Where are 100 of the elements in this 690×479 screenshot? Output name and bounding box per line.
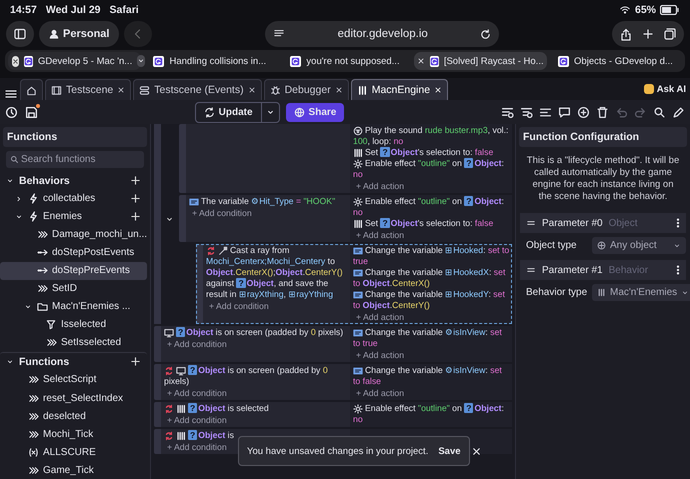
drag-handle[interactable]	[154, 429, 161, 454]
drag-handle[interactable]	[179, 195, 186, 242]
action-text[interactable]: Enable effect "outline" on ? Object: no	[353, 158, 510, 180]
chevron-down-icon[interactable]	[15, 212, 23, 221]
save-button[interactable]: Save	[438, 446, 461, 456]
profile-button[interactable]: Personal	[39, 21, 120, 47]
add-condition-link[interactable]: + Add condition	[164, 388, 227, 399]
editor-tab[interactable]: MacnEngine	[350, 79, 448, 100]
close-icon[interactable]	[248, 86, 256, 94]
action-text[interactable]: Set ? Object's selection to: false	[353, 218, 510, 229]
condition-text[interactable]: The variable ⚙Hit_Type = "HOOK"	[189, 196, 348, 207]
add-condition-link[interactable]: + Add condition	[164, 442, 227, 453]
browser-tab[interactable]: Objects - GDevelop d...	[548, 52, 682, 70]
add-action-link[interactable]: + Add action	[353, 388, 404, 399]
parameter-header[interactable]: Parameter #1 Behavior	[520, 260, 686, 280]
sidebar-button[interactable]	[6, 21, 34, 47]
editor-tab[interactable]: Testscene	[45, 79, 132, 100]
condition-text[interactable]: ? Object is selected	[164, 403, 348, 414]
add-else-icon[interactable]	[538, 106, 552, 118]
search-icon[interactable]	[652, 106, 666, 118]
chevron-down-icon[interactable]	[6, 176, 14, 185]
type-select[interactable]: Any object	[592, 237, 686, 254]
editor-tab[interactable]	[20, 79, 43, 100]
tree-item[interactable]: doStepPostEvents	[0, 244, 147, 262]
tree-item[interactable]: doStepPreEvents	[0, 262, 147, 280]
tree-item[interactable]: Damage_mochi_un...	[0, 226, 147, 244]
add-action-link[interactable]: + Add action	[353, 230, 404, 241]
tabs-icon[interactable]	[664, 28, 676, 40]
close-icon[interactable]	[470, 446, 482, 456]
event-block[interactable]: The variable ⚙Hit_Type = "HOOK" + Add condition Enable effect "outline" on ? Object: no Set ? Object's selection to: false + Add action	[179, 195, 512, 242]
share-button[interactable]: Share	[286, 102, 344, 122]
hamburger-menu-icon[interactable]	[4, 88, 18, 100]
condition-text[interactable]: ? Object is on screen (padded by 0 pixels)	[164, 327, 348, 338]
section-header[interactable]: Functions	[0, 352, 147, 371]
add-condition-link[interactable]: + Add condition	[206, 301, 269, 312]
chevron-down-icon[interactable]	[24, 302, 32, 311]
tree-item[interactable]: ALLSCURE	[0, 443, 147, 462]
tree-item[interactable]: Mac'n'Enemies ...	[0, 298, 147, 316]
tree-item[interactable]: Game_Tick	[0, 461, 147, 479]
add-event-icon[interactable]	[500, 106, 514, 118]
trash-icon[interactable]	[596, 106, 609, 118]
add-icon[interactable]	[130, 356, 141, 368]
add-icon[interactable]	[130, 211, 141, 222]
drag-handle[interactable]	[154, 402, 161, 427]
plus-icon[interactable]	[642, 28, 654, 40]
caret-icon[interactable]	[137, 57, 146, 65]
drag-handle[interactable]	[179, 124, 186, 193]
more-icon[interactable]	[676, 265, 680, 275]
address-bar[interactable]: editor.gdevelop.io	[265, 21, 500, 47]
editor-tab[interactable]: Testscene (Events)	[133, 79, 262, 100]
tree-item[interactable]: reset_SelectIndex	[0, 389, 147, 408]
action-text[interactable]: Set ? Object's selection to: false	[353, 147, 510, 158]
add-condition-link[interactable]: + Add condition	[189, 208, 252, 219]
save-icon[interactable]	[25, 106, 38, 118]
tree-item[interactable]: deselcted	[0, 407, 147, 426]
add-action-link[interactable]: + Add action	[353, 350, 404, 361]
search-field[interactable]: Search functions	[6, 150, 144, 168]
action-text[interactable]: Change the variable ⊞HookedY: set to Object.CenterY()	[353, 289, 510, 311]
more-icon[interactable]	[676, 218, 680, 228]
event-block[interactable]	[196, 244, 512, 324]
close-icon[interactable]	[434, 86, 442, 94]
close-icon[interactable]	[12, 58, 19, 64]
history-icon[interactable]	[5, 106, 18, 118]
add-icon[interactable]	[130, 175, 141, 186]
condition-text[interactable]: ? Object is on screen (padded by 0 pixels)	[164, 365, 348, 387]
drag-handle[interactable]	[154, 326, 161, 362]
section-header[interactable]: Behaviors	[0, 172, 147, 190]
parameter-header[interactable]: Parameter #0 Object	[520, 213, 686, 233]
add-action-link[interactable]: + Add action	[353, 312, 404, 323]
ask-ai-button[interactable]: Ask AI	[644, 84, 686, 94]
drag-handle[interactable]	[196, 244, 203, 324]
pencil-icon[interactable]	[672, 106, 685, 118]
action-text[interactable]: Change the variable ⚙isInView: set to false	[353, 365, 510, 387]
browser-tab[interactable]: you're not supposed...	[278, 52, 412, 70]
tree-item[interactable]: SetIsselected	[0, 334, 147, 352]
tree-item[interactable]: Isselected	[0, 316, 147, 334]
event-block[interactable]: Play the sound rude buster.mp3, vol.: 100, loop: no Set ? Object's selection to: false Enable effect "outline" on ? Object: no + Add action	[179, 124, 512, 193]
tree-item[interactable]: SelectScript	[0, 370, 147, 389]
chevron-down-icon[interactable]	[6, 358, 14, 366]
editor-tab[interactable]: Debugger	[264, 79, 349, 100]
condition-text[interactable]: Cast a ray from Mochi_Centerx;Mochi_Centery to Object.CenterX();Object.CenterY() against ? Object, and save the result in ⊞rayXthing, ⊞rayYthing	[206, 245, 348, 300]
browser-tab[interactable]: Handling collisions in...	[143, 52, 276, 70]
share-icon[interactable]	[620, 28, 632, 40]
add-sub-event-icon[interactable]	[520, 106, 533, 118]
add-circle-icon[interactable]	[576, 106, 590, 118]
add-action-link[interactable]: + Add action	[353, 181, 404, 192]
add-condition-link[interactable]: + Add condition	[164, 415, 227, 426]
tree-item[interactable]: collectables	[0, 190, 147, 208]
chevron-right-icon[interactable]	[15, 194, 23, 203]
browser-tab[interactable]: [Solved] Raycast - Ho...	[414, 52, 547, 70]
tree-item[interactable]: Mochi_Tick	[0, 425, 147, 444]
tree-item[interactable]: SetID	[0, 280, 147, 298]
action-text[interactable]: Change the variable ⊞HookedX: set to Object.CenterX()	[353, 267, 510, 289]
type-select[interactable]: Mac'n'Enemies	[592, 284, 690, 301]
action-text[interactable]: Change the variable ⚙isInView: set to true	[353, 327, 510, 349]
tree-item[interactable]: Enemies	[0, 208, 147, 226]
drag-handle[interactable]	[154, 364, 161, 400]
add-condition-link[interactable]: + Add condition	[164, 339, 227, 350]
add-icon[interactable]	[130, 193, 141, 204]
comment-icon[interactable]	[558, 106, 571, 118]
